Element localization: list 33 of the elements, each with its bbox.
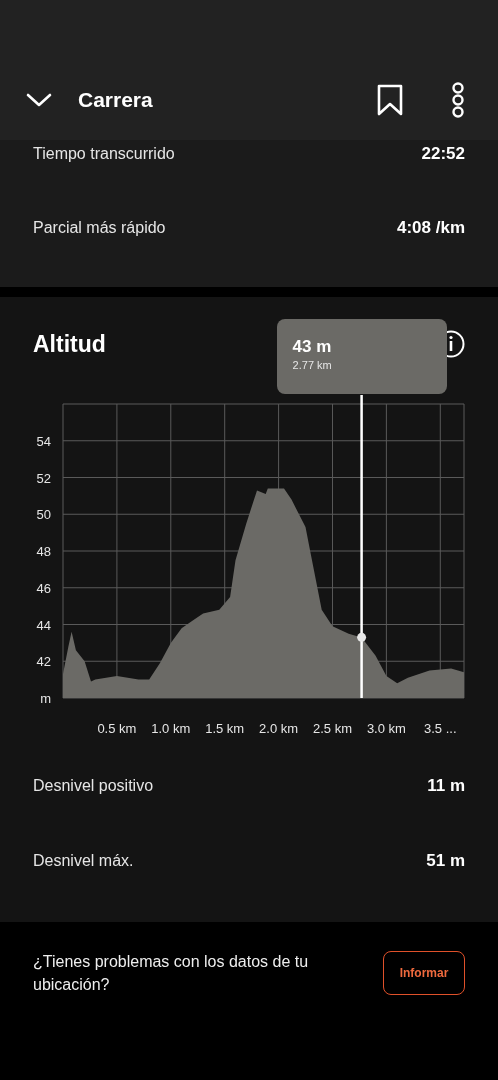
x-axis-label: 2.5 km <box>313 721 352 736</box>
y-axis-label: 50 <box>36 507 51 523</box>
x-axis-label: 3.5 ... <box>424 721 457 736</box>
stat-label: Tiempo transcurrido <box>33 145 175 163</box>
bookmark-icon[interactable] <box>377 84 403 116</box>
x-axis-label: 2.0 km <box>259 721 299 736</box>
screen-title: Carrera <box>78 88 153 112</box>
stat-value: 22:52 <box>421 144 465 164</box>
stat-label: Desnivel positivo <box>33 777 154 795</box>
y-axis-label: 46 <box>36 580 51 596</box>
stat-label: Parcial más rápido <box>33 219 166 237</box>
stat-value: 11 m <box>427 776 465 796</box>
location-question: ¿Tienes problemas con los datos de tu ubicación? <box>33 952 310 995</box>
x-axis-label: 3.0 km <box>366 721 406 736</box>
section-title: Altitud <box>33 330 106 358</box>
x-axis-label: 0.5 km <box>97 721 137 736</box>
tooltip-distance: 2.77 km <box>292 359 332 371</box>
tooltip-value: 43 m <box>292 337 332 357</box>
report-button[interactable]: Informar <box>383 951 465 995</box>
y-axis-label: m <box>40 691 51 706</box>
y-axis-label: 48 <box>36 544 51 559</box>
stat-label: Desnivel máx. <box>33 852 134 870</box>
cursor-dot[interactable] <box>357 632 367 642</box>
y-axis-label: 54 <box>36 433 51 449</box>
chevron-down-icon[interactable] <box>26 92 52 108</box>
x-axis-label: 1.5 km <box>205 721 245 736</box>
y-axis-label: 42 <box>36 654 51 670</box>
y-axis-label: 44 <box>36 617 51 633</box>
stat-value: 51 m <box>426 851 465 871</box>
y-axis-label: 52 <box>36 470 51 486</box>
more-options-icon[interactable] <box>451 82 465 118</box>
x-axis-label: 1.0 km <box>151 721 191 736</box>
stat-value: 4:08 /km <box>396 218 465 238</box>
